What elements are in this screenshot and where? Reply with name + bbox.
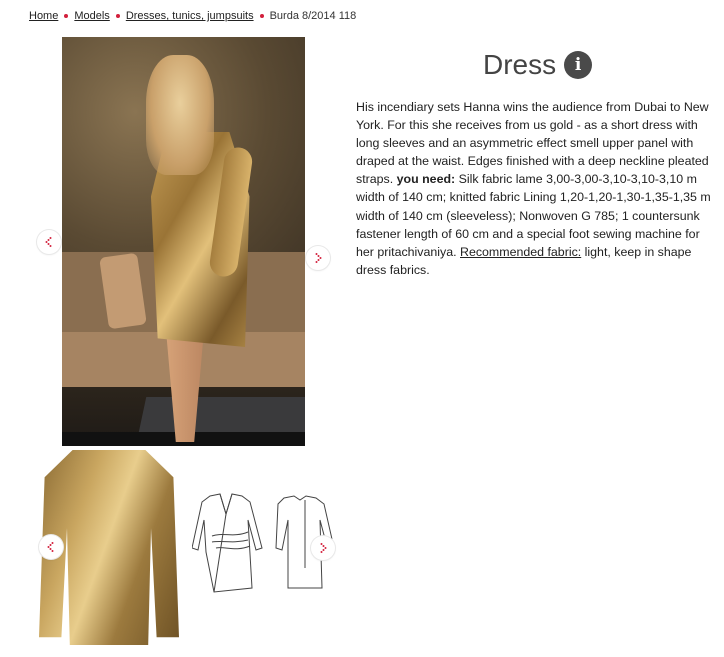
breadcrumb-models-link[interactable]: Models [74, 10, 109, 22]
thumbnail-prev-button[interactable] [39, 535, 63, 559]
chevron-left-icon [47, 542, 54, 552]
thumbnail-next-button[interactable] [311, 536, 335, 560]
recommended-fabric-link[interactable]: Recommended fabric: [460, 245, 581, 259]
info-icon[interactable]: i [564, 51, 593, 79]
chevron-right-icon [315, 253, 322, 263]
breadcrumb-home-link[interactable]: Home [29, 10, 58, 22]
you-need-label: you need: [396, 172, 456, 187]
page-title: Dress [483, 49, 557, 80]
chevron-right-icon [320, 543, 327, 553]
main-model-photo[interactable] [62, 37, 305, 446]
breadcrumb-separator [64, 13, 69, 18]
breadcrumb-separator [259, 13, 264, 18]
gallery-prev-button[interactable] [37, 230, 61, 254]
breadcrumb: Home Models Dresses, tunics, jumpsuits Burd… [29, 10, 356, 22]
chevron-left-icon [45, 237, 52, 247]
product-description: His incendiary sets Hanna wins the audie… [356, 98, 712, 279]
breadcrumb-separator [115, 13, 120, 18]
gallery-next-button[interactable] [306, 246, 330, 270]
breadcrumb-category-link[interactable]: Dresses, tunics, jumpsuits [126, 10, 254, 22]
breadcrumb-current: Burda 8/2014 118 [269, 10, 357, 22]
title-row: Dress i [483, 46, 593, 84]
